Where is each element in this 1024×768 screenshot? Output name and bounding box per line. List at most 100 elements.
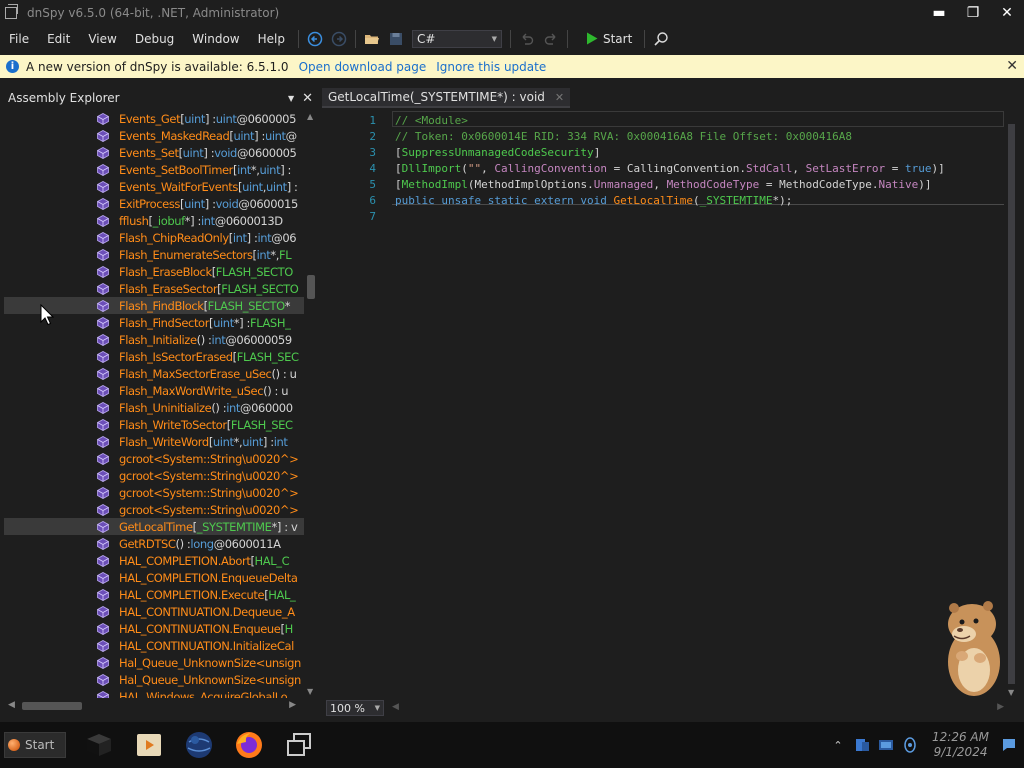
- ignore-update-link[interactable]: Ignore this update: [436, 60, 546, 74]
- tree-item-method[interactable]: Events_WaitForEvents[uint, uint] :: [4, 178, 304, 195]
- start-menu-button[interactable]: Start: [4, 732, 66, 758]
- tree-item-method[interactable]: gcroot<System::String\u0020^>: [4, 501, 304, 518]
- scroll-thumb[interactable]: [22, 702, 82, 710]
- redo-icon[interactable]: [540, 28, 562, 50]
- tree-item-method[interactable]: ExitProcess[uint] : void @0600015: [4, 195, 304, 212]
- media-player-icon[interactable]: [132, 728, 166, 762]
- code-line[interactable]: 5 [MethodImpl(MethodImplOptions.Unmanaged…: [322, 176, 1002, 192]
- tree-item-method[interactable]: GetRDTSC() : long @0600011A: [4, 535, 304, 552]
- open-folder-icon[interactable]: [361, 28, 383, 50]
- shield-icon[interactable]: [901, 736, 919, 754]
- display-icon[interactable]: [877, 736, 895, 754]
- firefox-icon[interactable]: [232, 728, 266, 762]
- tree-item-method[interactable]: Flash_MaxSectorErase_uSec() : u: [4, 365, 304, 382]
- maximize-button[interactable]: ❐: [956, 0, 990, 25]
- search-icon[interactable]: [650, 28, 672, 50]
- scroll-left-icon[interactable]: ◀: [8, 700, 15, 710]
- editor-horizontal-scrollbar[interactable]: ◀ ▶: [392, 700, 1004, 716]
- tree-item-method[interactable]: HAL_COMPLETION.Execute[HAL_: [4, 586, 304, 603]
- tree-horizontal-scrollbar[interactable]: ◀ ▶: [4, 697, 300, 715]
- tree-item-method[interactable]: Flash_IsSectorErased[FLASH_SEC: [4, 348, 304, 365]
- panel-menu-icon[interactable]: ▼: [288, 94, 294, 103]
- tree-item-method[interactable]: HAL_CONTINUATION.Dequeue_A: [4, 603, 304, 620]
- tree-item-method[interactable]: fflush[_iobuf *] : int @0600013D: [4, 212, 304, 229]
- task-view-icon[interactable]: [282, 728, 316, 762]
- method-signature-part: uint: [182, 145, 204, 160]
- tree-item-method[interactable]: Flash_EraseSector[FLASH_SECTO: [4, 280, 304, 297]
- tree-item-method[interactable]: Flash_MaxWordWrite_uSec() : u: [4, 382, 304, 399]
- tree-item-method[interactable]: Flash_EnumerateSectors[int *, FL: [4, 246, 304, 263]
- tree-item-method[interactable]: HAL_COMPLETION.EnqueueDelta: [4, 569, 304, 586]
- cube-app-icon[interactable]: [82, 728, 116, 762]
- scroll-down-icon[interactable]: ▼: [1008, 688, 1014, 697]
- save-icon[interactable]: [385, 28, 407, 50]
- notifications-icon[interactable]: [1000, 736, 1018, 754]
- tree-item-method[interactable]: Flash_WriteToSector[FLASH_SEC: [4, 416, 304, 433]
- tree-item-method[interactable]: Events_Set[uint] : void @0600005: [4, 144, 304, 161]
- tree-item-method[interactable]: gcroot<System::String\u0020^>: [4, 450, 304, 467]
- clock[interactable]: 12:26 AM 9/1/2024: [932, 730, 989, 760]
- code-token: StdCall: [746, 161, 793, 175]
- close-button[interactable]: ✕: [990, 0, 1024, 25]
- tab-getlocaltime[interactable]: GetLocalTime(_SYSTEMTIME*) : void ✕: [322, 88, 571, 108]
- tree-item-method[interactable]: Flash_Initialize() : int @06000059: [4, 331, 304, 348]
- scroll-thumb[interactable]: [307, 275, 315, 299]
- close-tab-icon[interactable]: ✕: [555, 91, 564, 104]
- method-icon: [97, 129, 109, 142]
- code-line[interactable]: 1 // <Module>: [322, 112, 1002, 128]
- zoom-select[interactable]: 100 % ▼: [326, 700, 384, 716]
- open-download-link[interactable]: Open download page: [299, 60, 427, 74]
- tree-item-method[interactable]: gcroot<System::String\u0020^>: [4, 484, 304, 501]
- menu-help[interactable]: Help: [249, 32, 294, 46]
- scroll-left-icon[interactable]: ◀: [392, 702, 399, 712]
- start-debug-button[interactable]: Start: [586, 32, 632, 46]
- tree-vertical-scrollbar[interactable]: ▲ ▼: [305, 110, 317, 698]
- menu-view[interactable]: View: [79, 32, 125, 46]
- menu-debug[interactable]: Debug: [126, 32, 183, 46]
- tree-item-method[interactable]: Events_Get[uint] : uint @0600005: [4, 110, 304, 127]
- tree-item-method[interactable]: HAL_CONTINUATION.InitializeCal: [4, 637, 304, 654]
- scroll-up-icon[interactable]: ▲: [307, 112, 313, 121]
- scroll-thumb[interactable]: [1008, 124, 1015, 684]
- menu-file[interactable]: File: [0, 32, 38, 46]
- tree-item-method[interactable]: Flash_WriteWord[uint *, uint] : int: [4, 433, 304, 450]
- tree-item-method[interactable]: HAL_CONTINUATION.Enqueue[H: [4, 620, 304, 637]
- menu-window[interactable]: Window: [183, 32, 248, 46]
- undo-icon[interactable]: [516, 28, 538, 50]
- method-icon: [97, 673, 109, 686]
- tree-item-method[interactable]: Flash_Uninitialize() : int @060000: [4, 399, 304, 416]
- close-infobar-icon[interactable]: ✕: [1006, 58, 1018, 74]
- tree-item-method[interactable]: Flash_EraseBlock[FLASH_SECTO: [4, 263, 304, 280]
- minimize-button[interactable]: ▬: [922, 0, 956, 25]
- scroll-right-icon[interactable]: ▶: [997, 702, 1004, 712]
- code-line[interactable]: 2 // Token: 0x0600014E RID: 334 RVA: 0x00…: [322, 128, 1002, 144]
- code-line[interactable]: 7: [322, 208, 1002, 224]
- code-token: )]: [931, 161, 945, 175]
- tree-item-method[interactable]: Hal_Queue_UnknownSize<unsign: [4, 671, 304, 688]
- scroll-right-icon[interactable]: ▶: [289, 700, 296, 710]
- chevron-up-icon[interactable]: ⌃: [829, 736, 847, 754]
- tree-item-method[interactable]: GetLocalTime[_SYSTEMTIME *] : v: [4, 518, 304, 535]
- method-name: GetRDTSC: [119, 536, 176, 551]
- close-panel-icon[interactable]: ✕: [302, 91, 313, 106]
- method-name: Flash_FindBlock: [119, 298, 204, 313]
- assembly-tree[interactable]: Events_Get[uint] : uint @0600005 Events_M…: [4, 110, 304, 698]
- back-icon[interactable]: [304, 28, 326, 50]
- code-line[interactable]: 6 public unsafe static extern void GetLoc…: [322, 192, 1002, 208]
- tree-item-method[interactable]: Events_SetBoolTimer[int *, uint] :: [4, 161, 304, 178]
- code-token: // Token: 0x0600014E RID: 334 RVA: 0x000…: [395, 129, 852, 143]
- globe-browser-icon[interactable]: [182, 728, 216, 762]
- scroll-down-icon[interactable]: ▼: [307, 687, 313, 696]
- language-select[interactable]: C# ▼: [411, 29, 502, 48]
- tree-item-method[interactable]: gcroot<System::String\u0020^>: [4, 467, 304, 484]
- code-line[interactable]: 3 [SuppressUnmanagedCodeSecurity]: [322, 144, 1002, 160]
- tree-item-method[interactable]: Hal_Queue_UnknownSize<unsign: [4, 654, 304, 671]
- code-line[interactable]: 4 [DllImport("", CallingConvention = Call…: [322, 160, 1002, 176]
- network-icon[interactable]: [853, 736, 871, 754]
- tree-item-method[interactable]: HAL_COMPLETION.Abort[HAL_C: [4, 552, 304, 569]
- forward-icon[interactable]: [328, 28, 350, 50]
- menu-edit[interactable]: Edit: [38, 32, 79, 46]
- tree-item-method[interactable]: Flash_ChipReadOnly[int] : int @06: [4, 229, 304, 246]
- tree-item-method[interactable]: Events_MaskedRead[uint] : uint @: [4, 127, 304, 144]
- code-editor[interactable]: 1 // <Module> 2 // Token: 0x0600014E RID: 3…: [322, 110, 1020, 700]
